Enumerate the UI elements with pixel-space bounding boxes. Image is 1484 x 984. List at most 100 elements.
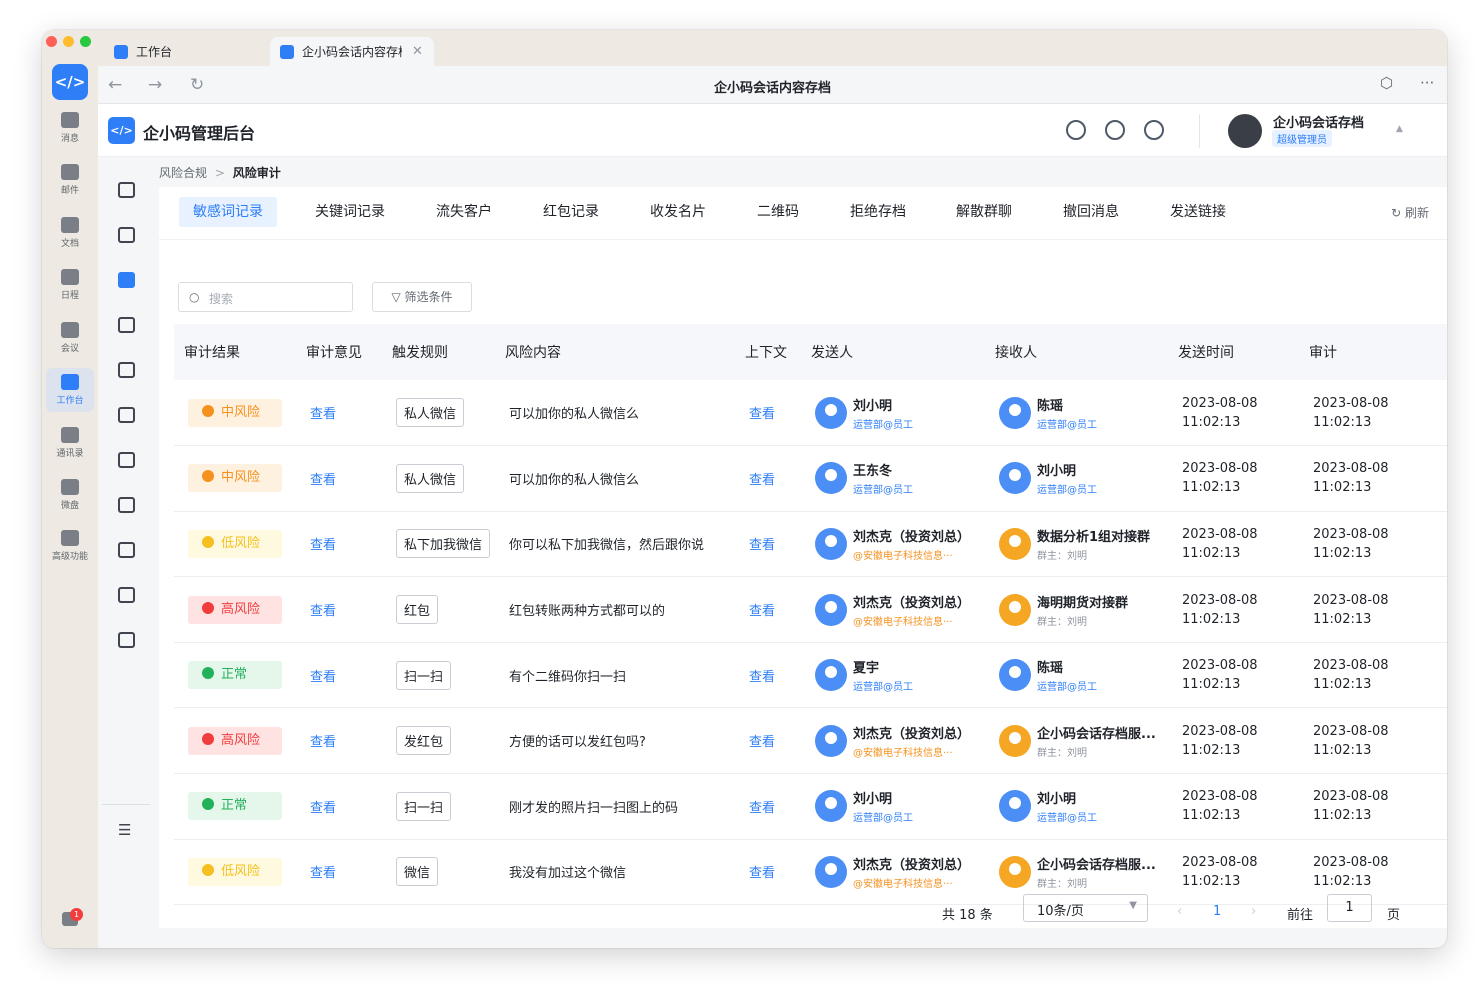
view-opinion-link[interactable]: 查看 [310,866,336,881]
notification-badge: 1 [70,908,83,921]
chart-icon[interactable] [118,452,135,468]
rail-item[interactable]: 通讯录 [46,421,94,465]
sender[interactable]: 刘小明运营部@员工 [815,395,985,431]
audit-time: 2023-08-08 11:02:13 [1313,656,1447,694]
tab-archive[interactable]: 企小码会话内容存档 ✕ [270,37,434,66]
settings-hex-icon[interactable]: ⬡ [1380,74,1393,92]
receiver[interactable]: 陈瑶 运营部@员工 [999,657,1168,693]
sender-name: 刘小明 [853,398,893,414]
view-opinion-link[interactable]: 查看 [310,801,336,816]
avatar[interactable] [1228,114,1262,148]
tab-record-type[interactable]: 二维码 [743,197,813,227]
view-context-link[interactable]: 查看 [749,866,775,881]
risk-book-icon[interactable] [118,272,135,288]
bell-search-icon[interactable] [118,362,135,378]
view-context-link[interactable]: 查看 [749,538,775,553]
tab-record-type[interactable]: 解散群聊 [942,197,1026,227]
view-context-link[interactable]: 查看 [749,735,775,750]
tab-record-type[interactable]: 拒绝存档 [836,197,920,227]
maximize-window-button[interactable] [80,36,91,47]
switch-icon[interactable] [1144,120,1164,140]
sender[interactable]: 刘杰克（投资刘总） @安徽电子科技信息··· [815,526,985,562]
receiver[interactable]: 陈瑶 运营部@员工 [999,395,1168,431]
tab-workbench[interactable]: 工作台 [104,37,182,66]
view-context-link[interactable]: 查看 [749,801,775,816]
building-icon[interactable] [118,182,135,198]
sender[interactable]: 刘杰克（投资刘总） @安徽电子科技信息··· [815,592,985,628]
view-opinion-link[interactable]: 查看 [310,473,336,488]
more-icon[interactable]: ··· [1420,74,1434,92]
filter-button[interactable]: ▽ 筛选条件 [372,282,472,312]
chevron-up-icon[interactable]: ▲ [1396,124,1403,134]
folder-icon[interactable] [118,227,135,243]
view-context-link[interactable]: 查看 [749,604,775,619]
sender[interactable]: 刘小明 运营部@员工 [815,788,985,824]
minimize-window-button[interactable] [63,36,74,47]
rule-tag: 私下加我微信 [396,529,491,559]
cell-context: 查看 [735,839,801,905]
receiver[interactable]: 企小码会话存档服... 群主：刘明 [999,723,1168,759]
view-context-link[interactable]: 查看 [749,473,775,488]
goto-page-input[interactable]: 1 [1327,894,1372,922]
receiver[interactable]: 刘小明 运营部@员工 [999,460,1168,496]
group-avatar-icon [999,855,1031,888]
rail-item[interactable]: 高级功能 [46,524,94,568]
receiver[interactable]: 刘小明 运营部@员工 [999,788,1168,824]
tab-record-type[interactable]: 关键词记录 [301,197,399,227]
sender-subtitle: 运营部@员工 [853,419,913,431]
receiver[interactable]: 数据分析1组对接群 群主：刘明 [999,526,1168,562]
view-context-link[interactable]: 查看 [749,407,775,422]
tab-record-type[interactable]: 流失客户 [422,197,506,227]
sender[interactable]: 刘杰克（投资刘总） @安徽电子科技信息··· [815,854,985,890]
risk-content-text: 红包转账两种方式都可以的 [509,604,666,620]
prev-page-icon[interactable]: ‹ [1177,904,1182,919]
collapse-menu-icon[interactable]: ☰ [118,821,131,839]
compass-icon[interactable] [1066,120,1086,140]
rail-item[interactable]: 工作台 [46,368,94,412]
receiver[interactable]: 海明期货对接群 群主：刘明 [999,592,1168,628]
sender[interactable]: 夏宇 运营部@员工 [815,657,985,693]
help-icon[interactable] [1105,120,1125,140]
doc-lock-icon[interactable] [118,587,135,603]
view-opinion-link[interactable]: 查看 [310,735,336,750]
rail-item[interactable]: 消息 [46,106,94,150]
next-page-icon[interactable]: › [1251,904,1256,919]
rail-item[interactable]: 微盘 [46,473,94,517]
search-input[interactable]: ○ 搜索 [178,282,353,312]
rail-item[interactable]: 邮件 [46,158,94,202]
receiver-subtitle: 运营部@员工 [1037,419,1097,431]
current-page[interactable]: 1 [1213,904,1221,919]
filter-icon: ▽ [391,290,401,304]
close-tab-icon[interactable]: ✕ [412,44,423,59]
rail-item[interactable]: 会议 [46,316,94,360]
tab-record-type[interactable]: 撤回消息 [1049,197,1133,227]
tab-record-type[interactable]: 收发名片 [636,197,720,227]
view-opinion-link[interactable]: 查看 [310,604,336,619]
rail-item[interactable]: 日程 [46,263,94,307]
org-tree-icon[interactable] [118,542,135,558]
app-logo-icon[interactable]: </> [52,64,88,100]
tab-record-type[interactable]: 敏感词记录 [179,197,277,227]
view-context-link[interactable]: 查看 [749,670,775,685]
shield-check-icon[interactable] [118,317,135,333]
rule-tag: 私人微信 [396,398,465,428]
sender[interactable]: 刘杰克（投资刘总） @安徽电子科技信息··· [815,723,985,759]
sender[interactable]: 王东冬 运营部@员工 [815,460,985,496]
chat-search-icon[interactable] [118,497,135,513]
view-opinion-link[interactable]: 查看 [310,538,336,553]
refresh-button[interactable]: ↻ 刷新 [1391,204,1429,221]
breadcrumb-parent[interactable]: 风险合规 [159,166,207,180]
view-opinion-link[interactable]: 查看 [310,407,336,422]
view-opinion-link[interactable]: 查看 [310,670,336,685]
send-clock: 11:02:13 [1182,414,1241,430]
report-search-icon[interactable] [118,407,135,423]
receiver[interactable]: 企小码会话存档服... 群主：刘明 [999,854,1168,890]
close-window-button[interactable] [46,36,57,47]
rail-item[interactable]: 文档 [46,211,94,255]
settings-hex-icon[interactable] [118,632,135,648]
tab-record-type[interactable]: 发送链接 [1156,197,1240,227]
audit-time: 2023-08-08 11:02:13 [1313,394,1447,432]
tab-record-type[interactable]: 红包记录 [529,197,613,227]
page-size-select[interactable]: 10条/页 ▼ [1023,894,1148,922]
send-time: 2023-08-08 11:02:13 [1182,459,1299,497]
